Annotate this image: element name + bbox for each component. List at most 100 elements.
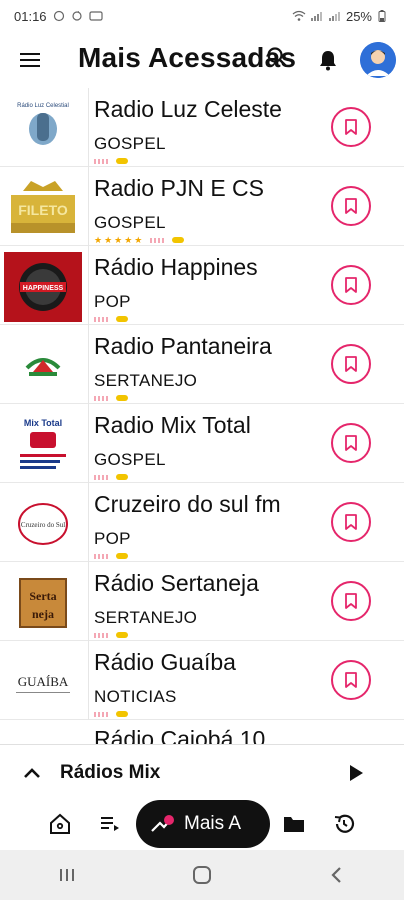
station-meta <box>94 709 128 719</box>
play-icon <box>350 765 363 781</box>
battery-icon <box>378 10 390 22</box>
rating-stars: ★★★★★ <box>94 234 145 245</box>
status-dot <box>116 632 128 638</box>
avatar[interactable] <box>360 42 396 78</box>
bookmark-icon <box>345 435 357 451</box>
status-dot <box>116 158 128 164</box>
station-meta <box>94 472 128 482</box>
nav-most-accessed[interactable]: Mais A <box>136 800 270 848</box>
home-icon <box>50 813 70 834</box>
station-name: Radio Luz Celeste <box>94 96 282 122</box>
recent-apps-button[interactable] <box>47 855 87 895</box>
list-item[interactable]: Mix Total Radio Mix Total GOSPEL <box>0 404 404 483</box>
sync-icon <box>71 10 83 22</box>
favorite-button[interactable] <box>331 344 371 384</box>
status-bar: 01:16 25% <box>0 0 404 32</box>
station-name: Rádio Happines <box>94 254 258 280</box>
search-icon <box>267 47 287 67</box>
station-name: Radio Mix Total <box>94 412 251 438</box>
station-logo: Rádio Luz Celestial <box>4 94 82 164</box>
station-genre: GOSPEL <box>94 450 166 469</box>
chevron-up-icon <box>24 768 40 778</box>
favorite-button[interactable] <box>331 107 371 147</box>
expand-player-button[interactable] <box>20 761 44 785</box>
station-meta <box>94 551 128 561</box>
station-genre: GOSPEL <box>94 134 166 153</box>
station-meta <box>94 393 128 403</box>
favorite-button[interactable] <box>331 423 371 463</box>
system-nav-bar <box>0 850 404 900</box>
station-logo: Cruzeiro do Sul <box>4 489 82 559</box>
home-circle-icon <box>192 866 211 884</box>
station-meta <box>94 630 128 640</box>
nav-home[interactable] <box>46 810 74 838</box>
status-dot <box>172 237 185 243</box>
station-logo-text: GUAÍBA <box>18 674 69 689</box>
nav-queue[interactable] <box>96 810 124 838</box>
station-logo: GUAÍBA <box>4 647 82 717</box>
audio-bars <box>94 711 110 717</box>
station-genre: SERTANEJO <box>94 371 198 390</box>
menu-button[interactable] <box>0 32 60 88</box>
nav-history[interactable] <box>330 810 358 838</box>
status-dot <box>116 711 128 717</box>
station-logo: Mix Total <box>4 410 82 480</box>
list-item[interactable]: Rádio Luz Celestial Radio Luz Celeste GO… <box>0 88 404 167</box>
list-item[interactable]: HAPPINESS Rádio Happines POP <box>0 246 404 325</box>
list-item[interactable]: Cruzeiro do Sul Cruzeiro do sul fm POP <box>0 483 404 562</box>
station-name: Radio Pantaneira <box>94 333 272 359</box>
back-icon <box>331 867 341 883</box>
search-button[interactable] <box>262 42 292 72</box>
audio-bars <box>94 158 110 164</box>
menu-icon <box>20 53 40 67</box>
divider <box>88 562 89 641</box>
notifications-button[interactable] <box>314 46 342 74</box>
bookmark-icon <box>345 356 357 372</box>
bottom-nav: Mais A <box>0 800 404 850</box>
divider <box>88 88 89 167</box>
station-genre: POP <box>94 292 131 311</box>
user-avatar-icon <box>360 42 396 78</box>
mini-player[interactable]: Rádios Mix <box>0 744 404 800</box>
status-dot <box>116 395 128 401</box>
station-meta <box>94 314 128 324</box>
signal-icon <box>310 10 322 22</box>
favorite-button[interactable] <box>331 502 371 542</box>
player-title: Rádios Mix <box>60 762 161 783</box>
list-item[interactable]: FILETO Radio PJN E CS GOSPEL ★★★★★ <box>0 167 404 246</box>
bookmark-icon <box>345 277 357 293</box>
bookmark-icon <box>345 198 357 214</box>
favorite-button[interactable] <box>331 660 371 700</box>
station-genre: GOSPEL <box>94 213 166 232</box>
station-logo: FILETO <box>4 173 82 243</box>
signal-icon-2 <box>328 10 340 22</box>
audio-bars <box>94 316 110 322</box>
nav-folder[interactable] <box>280 810 308 838</box>
status-dot <box>116 553 128 559</box>
list-item[interactable]: Radio Pantaneira SERTANEJO <box>0 325 404 404</box>
home-button[interactable] <box>182 855 222 895</box>
list-item[interactable]: Rádio Caiobá 10 <box>0 720 404 744</box>
list-item[interactable]: GUAÍBA Rádio Guaíba NOTICIAS <box>0 641 404 720</box>
favorite-button[interactable] <box>331 265 371 305</box>
divider <box>88 167 89 246</box>
station-logo-text: HAPPINESS <box>23 285 64 292</box>
station-logo <box>4 331 82 401</box>
favorite-button[interactable] <box>331 581 371 621</box>
whatsapp-icon <box>53 10 65 22</box>
station-genre: NOTICIAS <box>94 687 177 706</box>
station-name: Rádio Caiobá 10 <box>94 726 266 744</box>
history-icon <box>334 814 355 833</box>
station-logo-text: Rádio Luz Celestial <box>17 103 69 109</box>
queue-icon <box>101 817 119 831</box>
svg-text:Serta: Serta <box>29 589 56 603</box>
status-dot <box>116 474 128 480</box>
play-button[interactable] <box>342 759 370 787</box>
audio-bars <box>94 395 110 401</box>
list-item[interactable]: Serta neja Rádio Sertaneja SERTANEJO <box>0 562 404 641</box>
wifi-icon <box>292 10 306 22</box>
favorite-button[interactable] <box>331 186 371 226</box>
station-name: Radio PJN E CS <box>94 175 265 201</box>
audio-bars <box>94 553 110 559</box>
back-button[interactable] <box>317 855 357 895</box>
